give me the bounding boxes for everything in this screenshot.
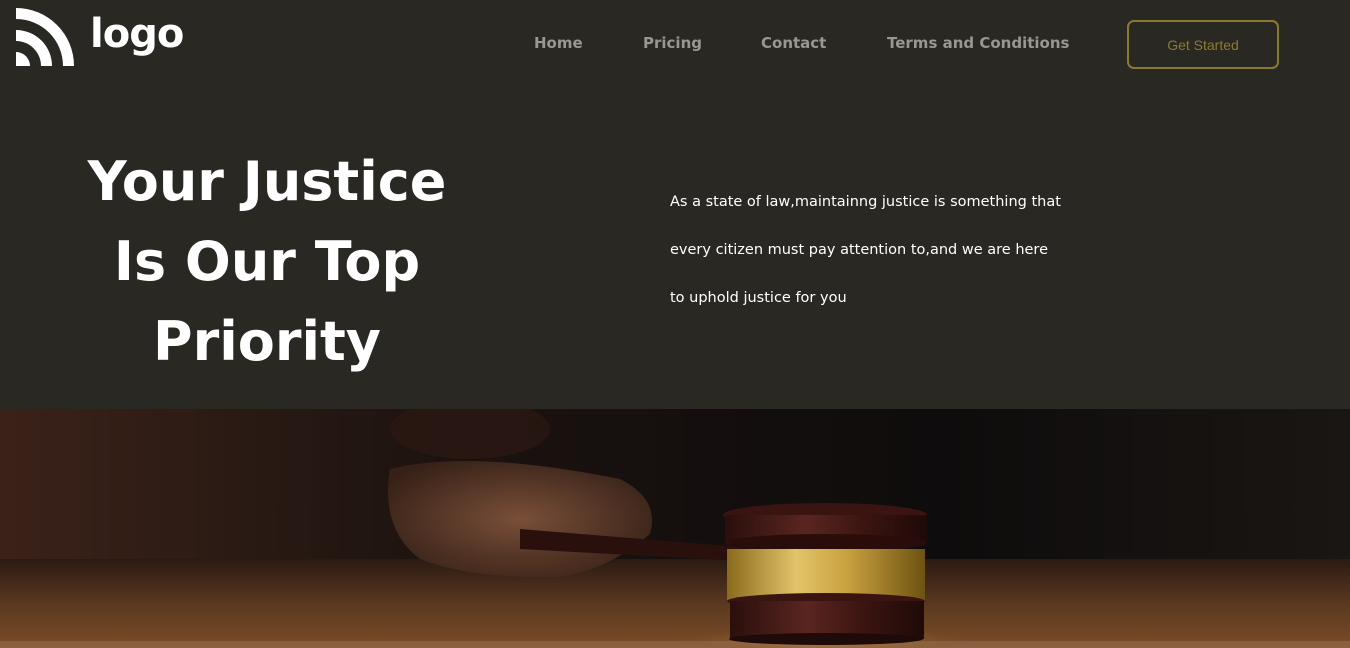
hero-description-line-2: every citizen must pay attention to,and …: [670, 242, 1048, 258]
logo[interactable]: logo: [16, 8, 184, 66]
nav-terms-and-conditions[interactable]: Terms and Conditions: [887, 34, 1069, 52]
nav-home[interactable]: Home: [534, 34, 583, 52]
logo-text: logo: [90, 11, 184, 57]
hero-title-line-2: Is Our Top: [113, 230, 421, 293]
hero-title-line-1: Your Justice: [87, 150, 447, 213]
hero-title-line-3: Priority: [153, 310, 381, 373]
signal-waves-icon: [16, 8, 74, 66]
hero-description-line-3: to uphold justice for you: [670, 290, 847, 306]
nav-pricing[interactable]: Pricing: [643, 34, 702, 52]
hero-description-line-1: As a state of law,maintainng justice is …: [670, 194, 1061, 210]
nav-contact[interactable]: Contact: [761, 34, 826, 52]
get-started-button[interactable]: Get Started: [1127, 20, 1279, 69]
landing-page: logo Home Pricing Contact Terms and Cond…: [0, 0, 1350, 648]
hero-title: Your Justice Is Our Top Priority: [40, 142, 494, 382]
gavel-banner-image: [0, 409, 1350, 648]
hero-description: As a state of law,maintainng justice is …: [670, 178, 1110, 322]
